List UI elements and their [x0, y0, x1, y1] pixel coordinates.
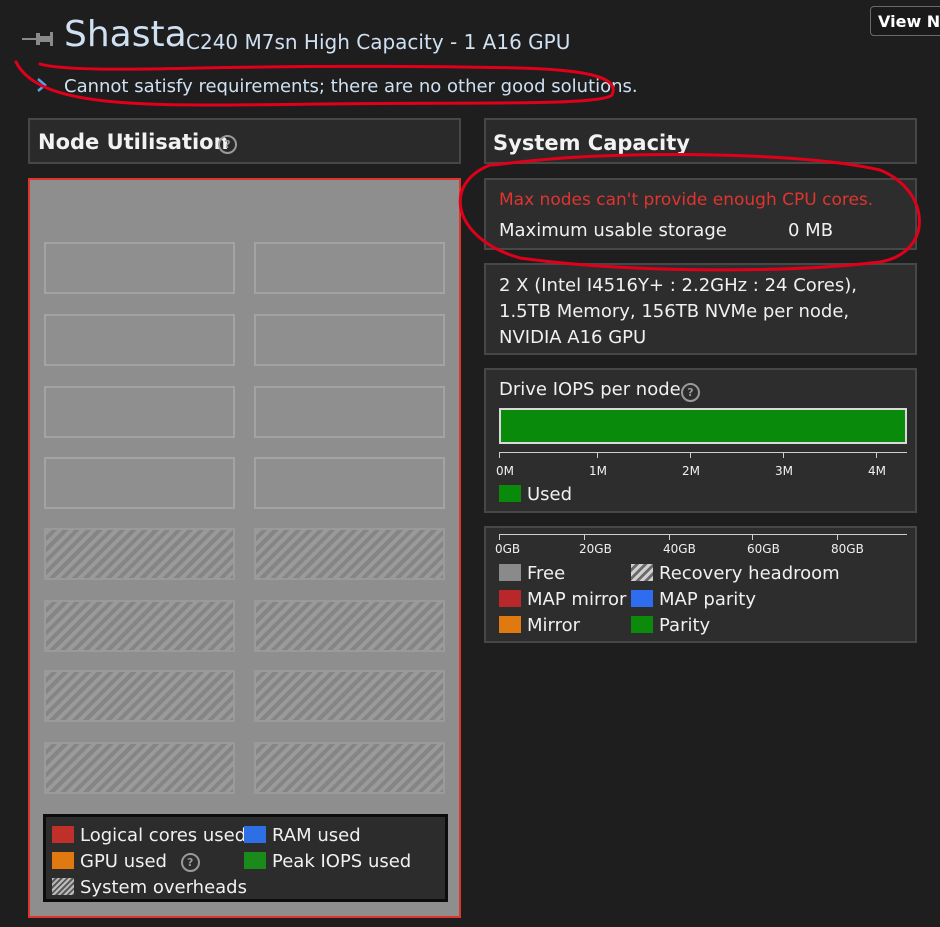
legend-item: Peak IOPS used [244, 851, 411, 872]
storage-tick: 20GB [579, 542, 612, 556]
node-slot [44, 242, 235, 294]
legend-label: Recovery headroom [659, 563, 840, 584]
iops-label: Drive IOPS per node [499, 379, 681, 400]
node-utilisation-area [28, 178, 461, 918]
node-utilisation-legend: Logical cores used RAM used GPU used ? P… [43, 814, 448, 902]
pin-icon[interactable] [22, 30, 54, 48]
legend-swatch [244, 826, 266, 843]
legend-swatch [499, 485, 521, 502]
help-icon[interactable]: ? [681, 383, 700, 402]
legend-item: Recovery headroom [631, 563, 840, 584]
legend-item: System overheads [52, 877, 247, 898]
page-title: Shasta [64, 14, 187, 55]
legend-swatch [499, 616, 521, 633]
legend-item: Free [499, 563, 565, 584]
node-slot-overhead [254, 528, 445, 580]
node-slot [44, 386, 235, 438]
iops-tick: 0M [496, 464, 514, 478]
chevron-right-icon[interactable] [36, 76, 48, 94]
iops-tick: 3M [775, 464, 793, 478]
iops-used-bar [499, 408, 907, 444]
node-slot-overhead [44, 528, 235, 580]
iops-axis [499, 452, 907, 453]
storage-panel: 0GB 20GB 40GB 60GB 80GB Free Recovery he… [484, 526, 917, 643]
error-message: Max nodes can't provide enough CPU cores… [499, 190, 874, 210]
legend-label: GPU used [80, 851, 167, 872]
storage-tick: 40GB [663, 542, 696, 556]
help-icon[interactable]: ? [180, 852, 200, 872]
legend-label: Mirror [527, 615, 581, 636]
legend-swatch [52, 826, 74, 843]
storage-axis [499, 534, 907, 535]
legend-label: Free [527, 563, 566, 584]
legend-swatch [631, 564, 653, 581]
node-utilisation-header: Node Utilisation ? [28, 118, 461, 164]
node-slot-overhead [254, 600, 445, 652]
legend-swatch [631, 616, 653, 633]
legend-label: RAM used [272, 825, 361, 846]
iops-panel: Drive IOPS per node ? 0M 1M 2M 3M 4M Use… [484, 368, 917, 513]
legend-label: Peak IOPS used [272, 851, 412, 872]
node-slot-overhead [44, 670, 235, 722]
status-message[interactable]: Cannot satisfy requirements; there are n… [64, 76, 638, 97]
node-slot [254, 242, 445, 294]
legend-swatch [631, 590, 653, 607]
node-slot [44, 457, 235, 509]
view-button[interactable]: View No [870, 6, 940, 36]
node-slot [254, 457, 445, 509]
legend-label: Logical cores used [80, 825, 247, 846]
legend-swatch [52, 878, 74, 895]
legend-label: Used [527, 484, 573, 505]
legend-label: Parity [659, 615, 711, 636]
system-capacity-title: System Capacity [493, 131, 690, 155]
legend-label: System overheads [80, 877, 247, 898]
legend-item: GPU used ? [52, 851, 200, 872]
iops-tick: 1M [589, 464, 607, 478]
legend-item: MAP parity [631, 589, 756, 610]
legend-swatch [52, 852, 74, 869]
legend-item: Used [499, 484, 572, 505]
legend-item: RAM used [244, 825, 361, 846]
node-spec: 2 X (Intel I4516Y+ : 2.2GHz : 24 Cores),… [499, 275, 857, 348]
help-icon[interactable]: ? [218, 135, 237, 154]
storage-label: Maximum usable storage [499, 220, 727, 241]
capacity-summary: Max nodes can't provide enough CPU cores… [484, 178, 917, 250]
node-slot-overhead [254, 742, 445, 794]
node-spec-panel: 2 X (Intel I4516Y+ : 2.2GHz : 24 Cores),… [484, 263, 917, 355]
page-subtitle: C240 M7sn High Capacity - 1 A16 GPU [186, 30, 571, 54]
storage-tick: 60GB [747, 542, 780, 556]
legend-swatch [499, 590, 521, 607]
legend-swatch [499, 564, 521, 581]
system-capacity-header: System Capacity [484, 118, 917, 164]
node-utilisation-title: Node Utilisation [38, 130, 229, 154]
iops-tick: 2M [682, 464, 700, 478]
legend-item: MAP mirror [499, 589, 626, 610]
node-slot-overhead [44, 742, 235, 794]
legend-label: MAP mirror [527, 589, 627, 610]
storage-value: 0 MB [788, 220, 834, 241]
storage-tick: 80GB [831, 542, 864, 556]
node-slot [254, 314, 445, 366]
legend-item: Mirror [499, 615, 580, 636]
iops-tick: 4M [868, 464, 886, 478]
legend-label: MAP parity [659, 589, 756, 610]
legend-swatch [244, 852, 266, 869]
node-slot-overhead [44, 600, 235, 652]
node-slot [44, 314, 235, 366]
storage-tick: 0GB [495, 542, 521, 556]
node-slot [254, 386, 445, 438]
legend-item: Parity [631, 615, 710, 636]
legend-item: Logical cores used [52, 825, 246, 846]
node-slot-overhead [254, 670, 445, 722]
